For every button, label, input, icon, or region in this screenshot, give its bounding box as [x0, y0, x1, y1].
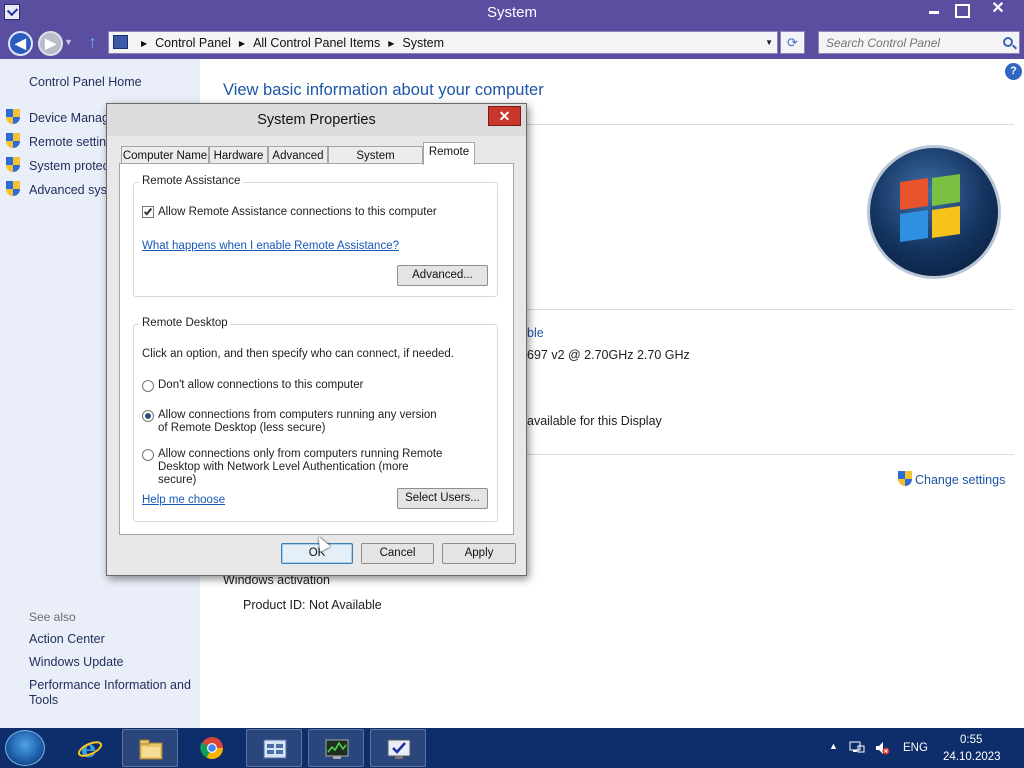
folder-icon: [139, 739, 163, 760]
rating-link[interactable]: ble: [527, 326, 544, 340]
back-button[interactable]: ◀: [8, 31, 33, 56]
search-box[interactable]: [818, 31, 1020, 54]
page-title: View basic information about your comput…: [223, 81, 544, 99]
advanced-button[interactable]: Advanced...: [397, 265, 488, 286]
dialog-close-button[interactable]: ✕: [488, 106, 521, 126]
apply-button[interactable]: Apply: [442, 543, 516, 564]
maximize-button[interactable]: [948, 0, 974, 20]
taskbar-file-explorer[interactable]: [122, 729, 178, 767]
system-properties-icon: [387, 739, 411, 759]
breadcrumb-separator-icon[interactable]: ▶: [388, 39, 394, 48]
windows-logo: [867, 145, 1001, 279]
start-button[interactable]: [5, 730, 45, 766]
dialog-title: System Properties: [257, 112, 376, 128]
window-title: System: [486, 4, 537, 21]
remote-assistance-group: Remote Assistance Allow Remote Assistanc…: [133, 175, 498, 297]
uac-shield-icon: [6, 157, 21, 173]
taskbar-task-manager[interactable]: [308, 729, 364, 767]
select-users-button[interactable]: Select Users...: [397, 488, 488, 509]
control-panel-icon: [113, 35, 128, 49]
change-settings-link[interactable]: Change settings: [898, 471, 1005, 487]
taskbar: e ▲ ENG 0:55 24.10.2023: [0, 728, 1024, 768]
radio-dont-allow[interactable]: [142, 380, 154, 392]
help-icon[interactable]: ?: [1005, 63, 1022, 80]
uac-shield-icon: [6, 181, 21, 197]
language-indicator[interactable]: ENG: [903, 742, 928, 754]
taskbar-system-properties[interactable]: [370, 729, 426, 767]
refresh-button[interactable]: ⟳: [780, 31, 805, 54]
taskbar-control-panel[interactable]: [246, 729, 302, 767]
sidebar-item-control-panel-home[interactable]: Control Panel Home: [29, 75, 142, 89]
dialog-titlebar[interactable]: System Properties ✕: [107, 104, 526, 136]
see-also-heading: See also: [29, 610, 76, 624]
radio-allow-nla-only-label[interactable]: Allow connections only from computers ru…: [158, 448, 448, 487]
remote-desktop-label: Remote Desktop: [139, 317, 231, 329]
remote-assistance-help-link[interactable]: What happens when I enable Remote Assist…: [142, 240, 399, 252]
chrome-icon: [200, 737, 223, 759]
window-titlebar: System ✕: [0, 0, 1024, 28]
sidebar-item-remote-settings[interactable]: Remote settings: [6, 133, 119, 151]
remote-desktop-instruction: Click an option, and then specify who ca…: [142, 348, 454, 360]
radio-allow-any-version[interactable]: [142, 410, 154, 422]
taskbar-internet-explorer[interactable]: e: [62, 729, 118, 767]
clock-date[interactable]: 24.10.2023: [943, 751, 1001, 763]
search-input[interactable]: [819, 32, 994, 53]
system-properties-dialog: System Properties ✕ Computer Name Hardwa…: [106, 103, 527, 576]
product-id-value: Not Available: [309, 598, 382, 612]
help-me-choose-link[interactable]: Help me choose: [142, 494, 225, 506]
breadcrumb: ▶ Control Panel ▶ All Control Panel Items ▶ S…: [133, 36, 444, 50]
internet-explorer-icon: e: [77, 736, 103, 760]
search-icon[interactable]: [1003, 37, 1013, 47]
allow-remote-assistance-label[interactable]: Allow Remote Assistance connections to t…: [158, 206, 437, 219]
remote-assistance-label: Remote Assistance: [139, 175, 244, 187]
uac-shield-icon: [898, 471, 913, 487]
control-panel-icon: [263, 739, 287, 759]
cancel-button[interactable]: Cancel: [361, 543, 434, 564]
navigation-bar: ◀ ▶ ▼ ↑ ▶ Control Panel ▶ All Control Panel…: [0, 28, 1024, 59]
breadcrumb-all-items[interactable]: All Control Panel Items: [253, 36, 380, 50]
close-window-button[interactable]: ✕: [974, 0, 1022, 20]
forward-button[interactable]: ▶: [38, 31, 63, 56]
see-also-action-center[interactable]: Action Center: [29, 632, 194, 647]
minimize-button[interactable]: [920, 0, 948, 20]
taskbar-chrome[interactable]: [184, 729, 240, 767]
address-dropdown-icon[interactable]: ▼: [765, 38, 773, 47]
address-bar[interactable]: ▶ Control Panel ▶ All Control Panel Items ▶ S…: [108, 31, 778, 54]
uac-shield-icon: [6, 133, 21, 149]
uac-shield-icon: [6, 109, 21, 125]
recent-pages-dropdown-icon[interactable]: ▼: [64, 37, 73, 47]
sidebar-item-device-manager[interactable]: Device Manager: [6, 109, 120, 127]
product-id-row: Product ID: Not Available: [243, 598, 382, 612]
up-arrow-icon[interactable]: ↑: [88, 32, 97, 53]
product-id-label: Product ID:: [243, 598, 306, 612]
show-hidden-icons-button[interactable]: ▲: [829, 741, 838, 751]
task-manager-icon: [325, 739, 349, 759]
allow-remote-assistance-checkbox[interactable]: [142, 206, 154, 218]
checkmark-icon: [143, 206, 153, 216]
clock-time[interactable]: 0:55: [960, 734, 982, 746]
breadcrumb-separator-icon[interactable]: ▶: [141, 39, 147, 48]
see-also-performance-info[interactable]: Performance Information and Tools: [29, 678, 194, 708]
remote-desktop-group: Remote Desktop Click an option, and then…: [133, 317, 498, 522]
radio-allow-any-version-label[interactable]: Allow connections from computers running…: [158, 409, 448, 435]
network-icon[interactable]: [849, 740, 865, 756]
pen-touch-value: available for this Display: [527, 414, 662, 428]
breadcrumb-separator-icon[interactable]: ▶: [239, 39, 245, 48]
tab-remote[interactable]: Remote: [423, 142, 475, 165]
radio-allow-nla-only[interactable]: [142, 449, 154, 461]
remote-tab-panel: Remote Assistance Allow Remote Assistanc…: [119, 163, 514, 535]
volume-muted-icon[interactable]: [874, 740, 890, 756]
radio-dont-allow-label[interactable]: Don't allow connections to this computer: [158, 379, 363, 392]
see-also-windows-update[interactable]: Windows Update: [29, 655, 194, 670]
breadcrumb-control-panel[interactable]: Control Panel: [155, 36, 231, 50]
processor-value: 697 v2 @ 2.70GHz 2.70 GHz: [527, 348, 690, 362]
breadcrumb-system[interactable]: System: [402, 36, 444, 50]
